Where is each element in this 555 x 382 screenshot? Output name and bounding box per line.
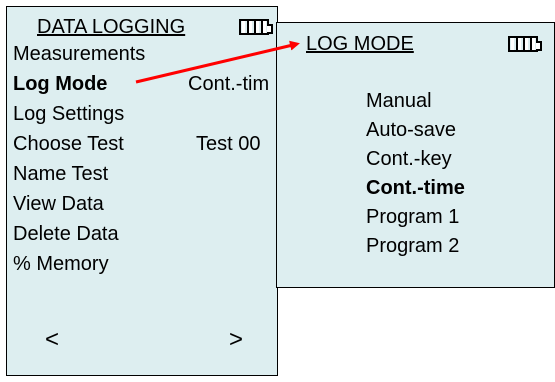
option-program-2[interactable]: Program 2	[366, 235, 459, 257]
menu-item-memory[interactable]: % Memory	[13, 253, 109, 275]
option-cont-time[interactable]: Cont.-time	[366, 177, 465, 199]
battery-icon	[508, 36, 542, 52]
menu-item-choose-test[interactable]: Choose Test	[13, 133, 124, 155]
menu-item-view-data[interactable]: View Data	[13, 193, 104, 215]
battery-icon	[239, 19, 273, 35]
data-logging-screen: DATA LOGGING Measurements Log Mode Cont.…	[6, 6, 278, 376]
log-mode-value: Cont.-tim	[188, 73, 270, 95]
menu-item-log-settings[interactable]: Log Settings	[13, 103, 124, 125]
prev-button[interactable]: <	[45, 327, 59, 353]
menu-item-log-mode[interactable]: Log Mode	[13, 73, 107, 95]
log-mode-screen: LOG MODE Manual Auto-save Cont.-key Cont…	[276, 22, 555, 288]
option-program-1[interactable]: Program 1	[366, 206, 459, 228]
menu-item-delete-data[interactable]: Delete Data	[13, 223, 119, 245]
option-auto-save[interactable]: Auto-save	[366, 119, 456, 141]
screen-title: DATA LOGGING	[37, 16, 186, 38]
menu-item-measurements[interactable]: Measurements	[13, 43, 145, 65]
option-cont-key[interactable]: Cont.-key	[366, 148, 452, 170]
menu-item-name-test[interactable]: Name Test	[13, 163, 108, 185]
option-manual[interactable]: Manual	[366, 90, 432, 112]
choose-test-value: Test 00	[196, 133, 261, 155]
screen-title: LOG MODE	[306, 33, 414, 55]
next-button[interactable]: >	[229, 327, 243, 353]
